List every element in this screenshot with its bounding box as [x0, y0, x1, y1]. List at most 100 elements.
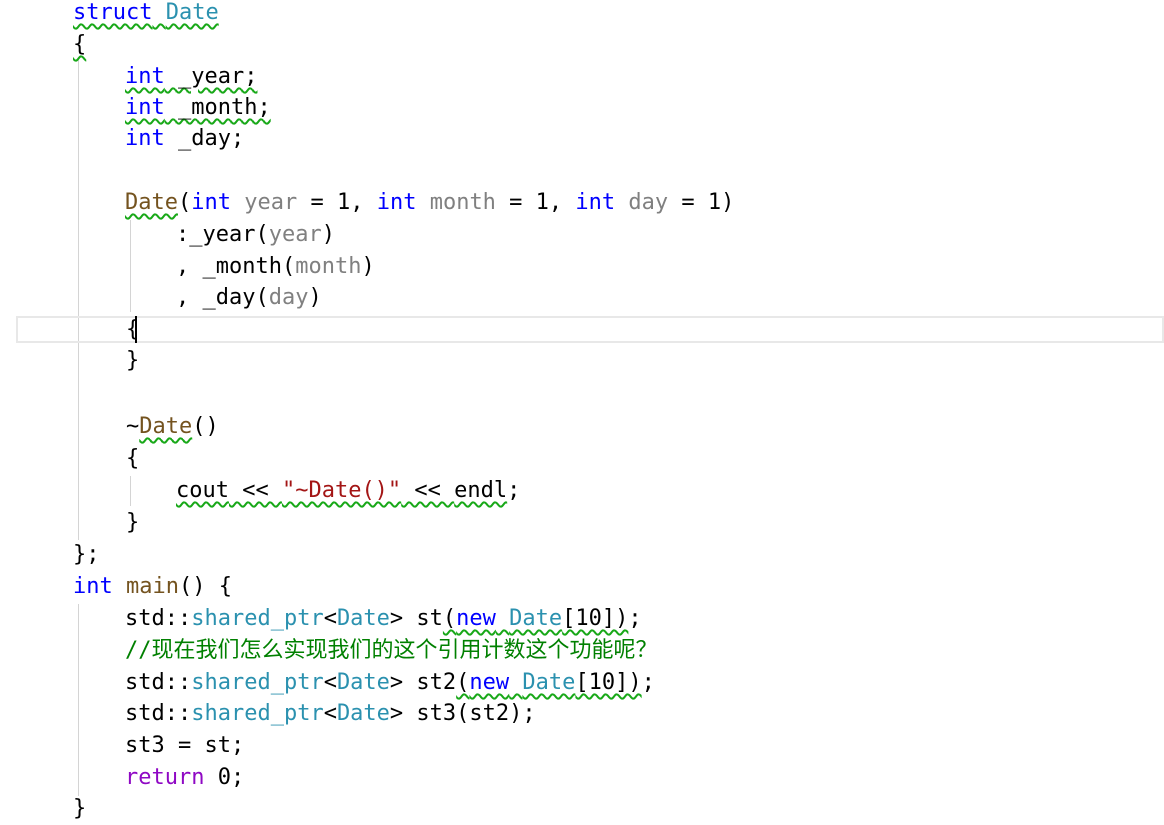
code-token: } — [126, 348, 140, 373]
code-token: day — [628, 190, 669, 215]
code-token: << — [401, 478, 455, 503]
code-token: > st2 — [389, 670, 457, 695]
code-line[interactable]: , _day(day) — [176, 282, 322, 314]
code-token: ) — [361, 254, 375, 279]
code-line[interactable]: struct Date — [73, 0, 219, 29]
code-token: Date — [336, 670, 390, 695]
code-line[interactable]: std::shared_ptr<Date> st(new Date[10]); — [125, 603, 642, 635]
code-token: () { — [178, 574, 232, 599]
code-line[interactable]: std::shared_ptr<Date> st3(st2); — [125, 698, 536, 730]
code-token: << — [228, 478, 282, 503]
code-token: "~Date()" — [281, 478, 402, 503]
code-line[interactable]: } — [73, 793, 86, 825]
code-token: ; — [628, 606, 642, 631]
code-token: Date — [336, 701, 390, 726]
code-token: st3 = st; — [125, 733, 245, 758]
code-line[interactable]: } — [126, 507, 139, 539]
code-token: Date — [522, 670, 576, 695]
code-line[interactable]: :_year(year) — [176, 219, 335, 251]
code-line[interactable]: int _year; — [125, 61, 257, 93]
code-token: //现在我们怎么实现我们的这个引用计数这个功能呢？ — [125, 638, 658, 663]
code-line[interactable]: Date(int year = 1, int month = 1, int da… — [125, 187, 734, 219]
code-token: > st3(st2); — [389, 701, 536, 726]
code-token: = 1, — [297, 190, 377, 215]
code-line[interactable]: cout << "~Date()" << endl; — [176, 475, 520, 507]
code-token: Date — [336, 606, 390, 631]
code-token: _day; — [164, 126, 245, 151]
indent-guide — [130, 220, 131, 312]
code-token: { — [126, 446, 140, 471]
code-token: > st — [389, 606, 443, 631]
code-token: = 1) — [668, 190, 735, 215]
current-line-highlight — [16, 316, 1164, 343]
code-token: day — [268, 285, 309, 310]
code-token: [10]) — [562, 606, 629, 631]
code-token: ) — [321, 222, 335, 247]
indent-guide — [78, 604, 79, 796]
code-token: int — [125, 95, 165, 120]
code-line[interactable]: { — [73, 29, 86, 61]
code-token: endl — [454, 478, 508, 503]
code-line[interactable]: int main() { — [73, 571, 232, 603]
code-line[interactable]: std::shared_ptr<Date> st2(new Date[10]); — [125, 667, 655, 699]
code-token: _year; — [164, 64, 258, 89]
code-line[interactable]: return 0; — [125, 762, 244, 794]
code-token: ) — [308, 285, 322, 310]
code-token: :_year( — [176, 222, 269, 247]
code-line[interactable]: }; — [73, 539, 100, 571]
indent-guide — [130, 476, 131, 506]
code-token: Date — [165, 0, 219, 25]
code-token: std:: — [125, 670, 192, 695]
code-token: shared_ptr — [191, 606, 324, 631]
code-token: 0; — [204, 765, 245, 790]
indent-guide — [78, 60, 79, 540]
code-token: int — [376, 190, 417, 215]
code-token: int — [73, 574, 113, 599]
code-token: < — [323, 606, 337, 631]
code-token: } — [73, 796, 87, 821]
code-token: cout — [176, 478, 229, 503]
code-token: month — [295, 254, 362, 279]
code-token: ( — [177, 190, 192, 215]
code-token: ; — [641, 670, 655, 695]
code-line[interactable]: { — [126, 443, 139, 475]
code-token: < — [323, 670, 337, 695]
code-token: ~ — [126, 414, 140, 439]
code-editor[interactable]: struct Date{int _year; int _month; int _da… — [0, 0, 1164, 821]
code-token: { — [126, 317, 140, 342]
code-token: ; — [507, 478, 521, 503]
code-token: return — [125, 765, 205, 790]
code-line[interactable]: st3 = st; — [125, 730, 244, 762]
code-line[interactable]: ~Date() — [126, 411, 219, 443]
code-token: year — [244, 190, 298, 215]
code-token: main — [126, 574, 179, 599]
code-token: Date — [125, 190, 178, 215]
code-line[interactable]: { — [126, 314, 139, 346]
code-token: int — [191, 190, 231, 215]
code-token: < — [323, 701, 337, 726]
code-token: std:: — [125, 606, 192, 631]
code-line[interactable]: int _day; — [125, 123, 244, 155]
code-token: int — [575, 190, 616, 215]
code-token: { — [73, 32, 87, 57]
code-token: } — [126, 510, 140, 535]
code-token: struct — [73, 0, 153, 25]
code-line[interactable]: int _month; — [125, 92, 271, 124]
code-token: new — [456, 606, 496, 631]
code-token: [10]) — [575, 670, 642, 695]
code-line[interactable]: , _month(month) — [176, 251, 375, 283]
code-token: shared_ptr — [191, 670, 324, 695]
code-token: , _day( — [176, 285, 269, 310]
code-token: int — [125, 126, 165, 151]
code-line[interactable]: //现在我们怎么实现我们的这个引用计数这个功能呢？ — [125, 635, 658, 667]
code-line[interactable]: } — [126, 345, 139, 377]
code-token: ( — [442, 606, 457, 631]
code-token: }; — [73, 542, 100, 567]
code-token: std:: — [125, 701, 192, 726]
